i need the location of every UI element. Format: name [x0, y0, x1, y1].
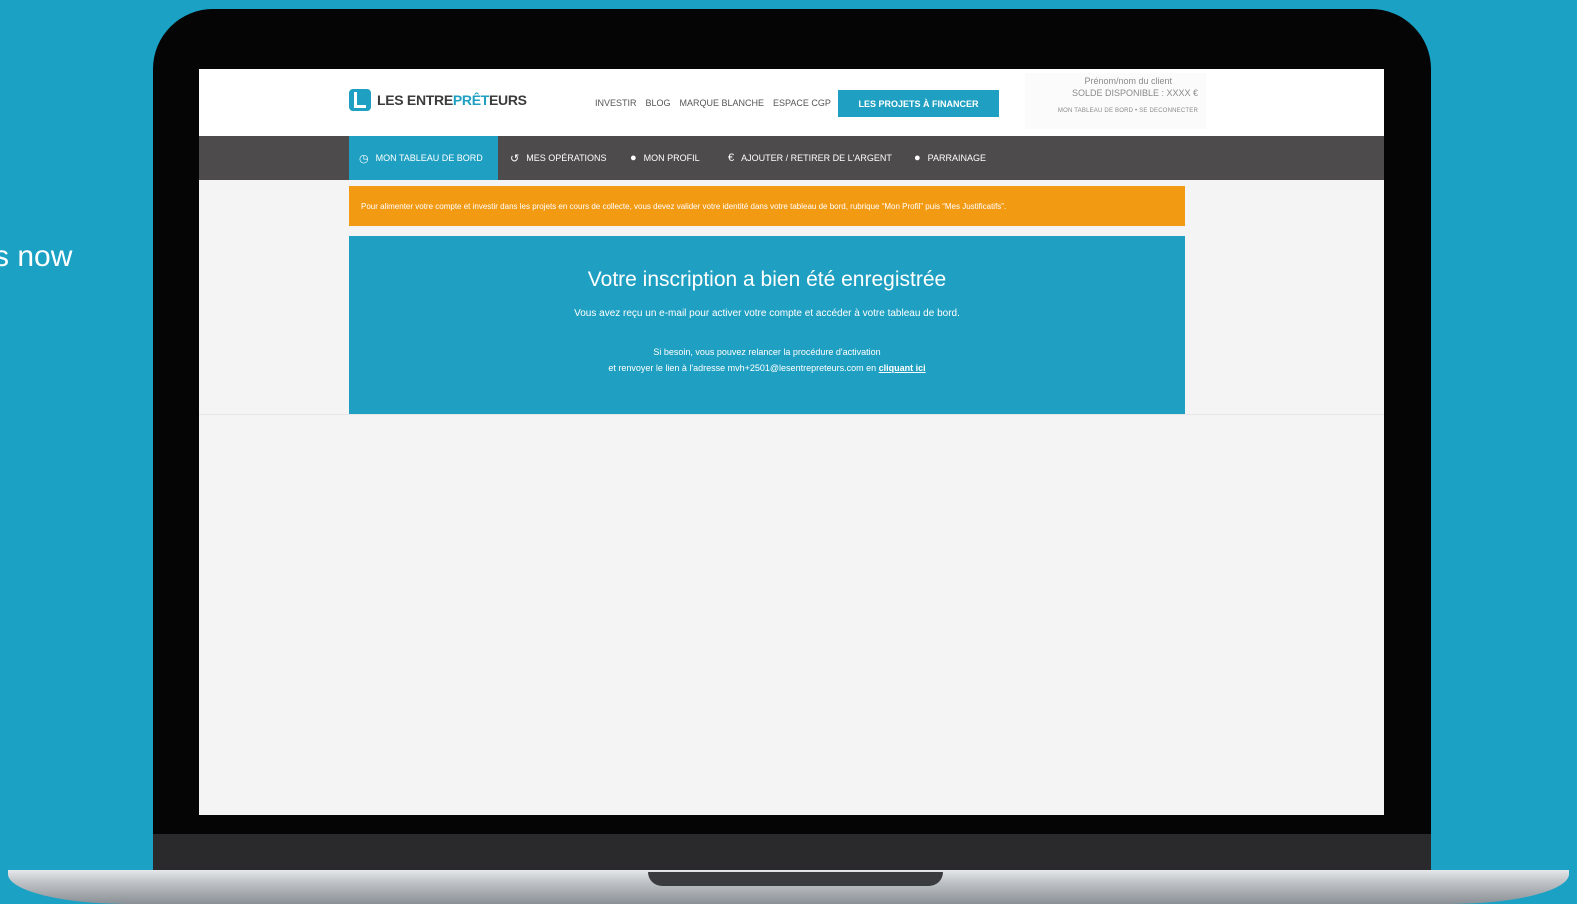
nav-link-espace-cgp[interactable]: ESPACE CGP — [773, 98, 831, 108]
nav-link-blog[interactable]: BLOG — [646, 98, 671, 108]
registration-panel: Votre inscription a bien été enregistrée… — [349, 236, 1185, 414]
user-links[interactable]: MON TABLEAU DE BORD • SE DECONNECTER — [1025, 108, 1198, 114]
tab-label: AJOUTER / RETIRER DE L'ARGENT — [741, 153, 892, 163]
panel-help-line1: Si besoin, vous pouvez relancer la procé… — [653, 347, 881, 357]
tab-operations[interactable]: ↺ MES OPÉRATIONS — [510, 136, 607, 180]
site-logo[interactable]: LES ENTREPRÊTEURS — [349, 89, 527, 111]
dashboard-icon: ◷ — [359, 152, 369, 165]
slide-side-text: s now — [0, 240, 73, 273]
content-divider — [199, 414, 1384, 415]
tab-label: PARRAINAGE — [927, 153, 987, 163]
panel-help-line2: et renvoyer le lien à l'adresse mvh+2501… — [349, 363, 1185, 373]
logo-text-accent: PRÊT — [452, 92, 490, 108]
tab-profile[interactable]: ● MON PROFIL — [630, 136, 700, 180]
tab-referral[interactable]: ● PARRAINAGE — [914, 136, 986, 180]
laptop-screen: LES ENTREPRÊTEURS INVESTIR BLOG MARQUE B… — [199, 69, 1384, 815]
laptop-notch — [648, 872, 943, 886]
tab-label: MON PROFIL — [643, 153, 700, 163]
panel-title: Votre inscription a bien été enregistrée — [587, 268, 947, 291]
site-header: LES ENTREPRÊTEURS INVESTIR BLOG MARQUE B… — [199, 69, 1384, 136]
user-balance: SOLDE DISPONIBLE : XXXX € — [1071, 88, 1198, 98]
euro-icon: € — [728, 152, 735, 164]
user-box: Prénom/nom du client SOLDE DISPONIBLE : … — [1025, 73, 1206, 129]
panel-message: Vous avez reçu un e-mail pour activer vo… — [574, 308, 960, 319]
nav-link-marque-blanche[interactable]: MARQUE BLANCHE — [680, 98, 765, 108]
panel-help-text: et renvoyer le lien à l'adresse mvh+2501… — [608, 363, 879, 373]
tab-label: MES OPÉRATIONS — [526, 153, 607, 163]
identity-alert: Pour alimenter votre compte et investir … — [349, 186, 1185, 226]
nav-link-investir[interactable]: INVESTIR — [595, 98, 637, 108]
top-nav: INVESTIR BLOG MARQUE BLANCHE ESPACE CGP — [595, 98, 831, 108]
user-icon: ● — [630, 152, 637, 164]
resend-activation-link[interactable]: cliquant ici — [879, 363, 926, 373]
user-name: Prénom/nom du client — [1084, 76, 1172, 86]
history-icon: ↺ — [510, 152, 520, 165]
logo-icon — [349, 89, 371, 111]
logo-text: LES ENTREPRÊTEURS — [377, 92, 527, 108]
tab-label: MON TABLEAU DE BORD — [375, 153, 483, 163]
user-icon: ● — [914, 152, 921, 164]
account-nav: ◷ MON TABLEAU DE BORD ↺ MES OPÉRATIONS ●… — [199, 136, 1384, 180]
tab-dashboard[interactable]: ◷ MON TABLEAU DE BORD — [349, 136, 498, 180]
projects-button[interactable]: LES PROJETS À FINANCER — [838, 90, 999, 117]
tab-add-withdraw-money[interactable]: € AJOUTER / RETIRER DE L'ARGENT — [728, 136, 892, 180]
logo-text-part: LES ENTRE — [377, 92, 453, 108]
logo-text-part: EURS — [489, 92, 527, 108]
